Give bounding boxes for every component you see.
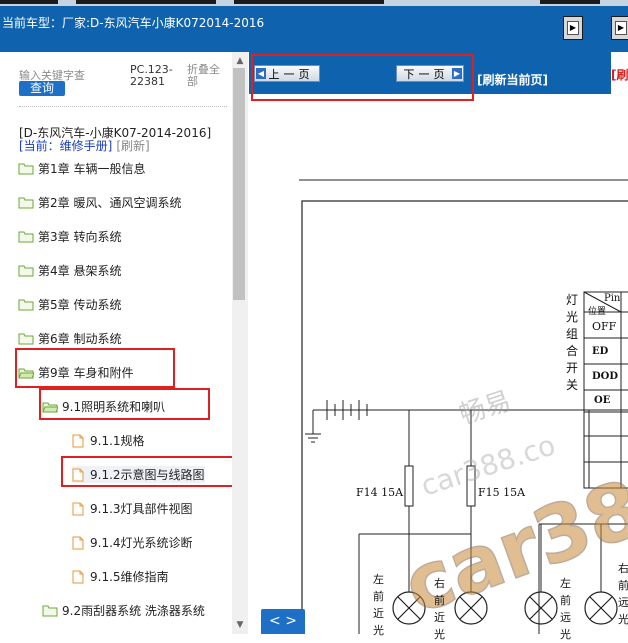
switch-title: 灯光组合开关 bbox=[566, 293, 579, 392]
tree-item-14[interactable]: 9.2雨刮器系统 洗涤器系统 bbox=[42, 602, 205, 619]
folder-icon bbox=[18, 231, 38, 243]
tree-item-label: 第3章 转向系统 bbox=[38, 230, 122, 244]
lamp-label-right-low: 右前近光 bbox=[434, 577, 445, 641]
tree-item-11[interactable]: 9.1.3灯具部件视图 bbox=[72, 500, 193, 517]
folder-icon bbox=[18, 163, 38, 175]
tree-item-label: 第2章 暖风、通风空调系统 bbox=[38, 196, 182, 210]
next-nav-button[interactable]: ▶ bbox=[563, 16, 583, 40]
refresh-page-link-cut[interactable]: [刷 bbox=[611, 66, 628, 83]
pc-code: PC.123-22381 bbox=[130, 63, 173, 88]
model-label-value: 厂家:D-东风汽车小康K072014-2016 bbox=[62, 16, 265, 30]
tree-item-5[interactable]: 第5章 传动系统 bbox=[18, 296, 121, 313]
tree-item-12[interactable]: 9.1.4灯光系统诊断 bbox=[72, 534, 193, 551]
highlight-section-9-1 bbox=[39, 388, 210, 420]
refresh-link[interactable]: [刷新] bbox=[116, 139, 149, 153]
window-top-strip bbox=[0, 0, 628, 6]
tree-item-label: 9.2雨刮器系统 洗涤器系统 bbox=[62, 604, 205, 618]
folder-icon bbox=[42, 605, 62, 617]
tree-item-label: 第5章 传动系统 bbox=[38, 298, 122, 312]
page-nav-toggle[interactable]: < > bbox=[261, 609, 305, 634]
scroll-up-icon[interactable]: ▲ bbox=[232, 56, 248, 68]
folder-icon bbox=[18, 197, 38, 209]
arrow-right-icon: ▶ bbox=[567, 21, 579, 35]
scrollbar-thumb[interactable] bbox=[233, 68, 245, 300]
lamp-label-left-low: 左前近光 bbox=[373, 573, 384, 637]
tree-item-9[interactable]: 9.1.1规格 bbox=[72, 432, 145, 449]
folder-icon bbox=[18, 299, 38, 311]
vehicle-model-label: 当前车型：厂家:D-东风汽车小康K072014-2016 bbox=[2, 14, 264, 31]
model-label-prefix: 当前车型： bbox=[2, 16, 63, 30]
position-header: 位置 bbox=[588, 307, 607, 317]
position-3: DOD bbox=[592, 371, 619, 382]
lamp-label-right-high: 右前远光 bbox=[618, 562, 628, 626]
tree-item-label: 9.1.5维修指南 bbox=[90, 570, 169, 584]
tree-item-label: 第1章 车辆一般信息 bbox=[38, 162, 146, 176]
tree-item-3[interactable]: 第3章 转向系统 bbox=[18, 228, 121, 245]
document-icon bbox=[72, 570, 90, 584]
tree-item-label: 9.1.3灯具部件视图 bbox=[90, 502, 193, 516]
tree-item-6[interactable]: 第6章 制动系统 bbox=[18, 330, 121, 347]
folder-icon bbox=[18, 333, 38, 345]
folder-icon bbox=[18, 265, 38, 277]
tree-item-13[interactable]: 9.1.5维修指南 bbox=[72, 568, 169, 585]
tree-item-4[interactable]: 第4章 悬架系统 bbox=[18, 262, 121, 279]
fuse-f15-label: F15 15A bbox=[478, 486, 526, 499]
query-button[interactable]: 查询 bbox=[19, 81, 65, 96]
tree-item-2[interactable]: 第2章 暖风、通风空调系统 bbox=[18, 194, 181, 211]
watermark-cn: 畅易 bbox=[456, 386, 515, 431]
highlight-chapter-9 bbox=[15, 348, 175, 388]
document-icon bbox=[72, 434, 90, 448]
fuse-f14-label: F14 15A bbox=[356, 486, 404, 499]
tree-item-label: 9.1.4灯光系统诊断 bbox=[90, 536, 193, 550]
current-manual: [当前：维修手册] [刷新] bbox=[19, 137, 150, 154]
scroll-down-icon[interactable]: ▼ bbox=[232, 620, 248, 632]
pin-header: Pin bbox=[604, 293, 621, 304]
position-4: OE bbox=[594, 395, 611, 406]
divider bbox=[19, 106, 227, 107]
arrow-right-icon: ▶ bbox=[615, 21, 627, 35]
tree-item-label: 9.1.1规格 bbox=[90, 434, 145, 448]
tree-item-1[interactable]: 第1章 车辆一般信息 bbox=[18, 160, 145, 177]
tree-item-label: 第6章 制动系统 bbox=[38, 332, 122, 346]
collapse-all-link[interactable]: 折叠全部 bbox=[187, 64, 227, 88]
refresh-page-link[interactable]: [刷新当前页] bbox=[477, 71, 548, 88]
position-off: OFF bbox=[592, 320, 617, 333]
position-2: ED bbox=[592, 346, 609, 357]
document-icon bbox=[72, 502, 90, 516]
tree-item-label: 第4章 悬架系统 bbox=[38, 264, 122, 278]
highlight-section-9-1-2 bbox=[61, 456, 234, 487]
current-label: [当前：维修手册] bbox=[19, 139, 113, 153]
last-nav-button[interactable]: ▶ bbox=[611, 16, 628, 40]
document-icon bbox=[72, 536, 90, 550]
lamp-label-left-high: 左前远光 bbox=[560, 577, 571, 641]
